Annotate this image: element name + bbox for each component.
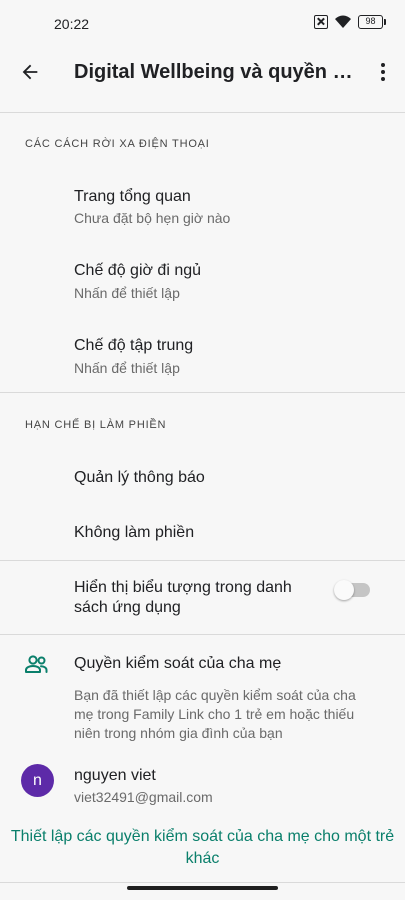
list-item-bedtime-mode[interactable]: Chế độ giờ đi ngủ Nhấn để thiết lập [0, 250, 405, 318]
item-title: Chế độ giờ đi ngủ [74, 262, 202, 279]
divider [0, 112, 405, 113]
show-app-icon-toggle[interactable] [334, 580, 370, 600]
list-item-manage-notifications[interactable]: Quản lý thông báo [0, 452, 405, 504]
divider [0, 560, 405, 561]
item-title: Quản lý thông báo [74, 469, 205, 486]
item-subtitle: Nhấn để thiết lập [74, 285, 180, 301]
account-name[interactable]: nguyen viet [74, 767, 156, 785]
list-item-dashboard[interactable]: Trang tổng quan Chưa đặt bộ hẹn giờ nào [0, 174, 405, 242]
status-bar: 20:22 98 [0, 0, 405, 46]
wifi-icon [335, 15, 351, 28]
gesture-handle[interactable] [127, 886, 278, 890]
sim-off-icon [314, 15, 328, 29]
section-header-interruptions: HẠN CHẾ BỊ LÀM PHIỀN [25, 419, 167, 431]
item-title: Trang tổng quan [74, 188, 191, 205]
toggle-knob [334, 580, 354, 600]
page-title: Digital Wellbeing và quyền ki... [74, 61, 356, 83]
list-item-do-not-disturb[interactable]: Không làm phiền [0, 508, 405, 558]
account-email: viet32491@gmail.com [74, 789, 213, 805]
setup-another-child-link[interactable]: Thiết lập các quyền kiểm soát của cha mẹ… [10, 826, 395, 870]
item-title: Chế độ tập trung [74, 337, 194, 354]
more-options-button[interactable] [375, 58, 391, 86]
battery-icon: 98 [358, 15, 386, 29]
more-vert-icon [381, 63, 385, 67]
item-subtitle: Chưa đặt bộ hẹn giờ nào [74, 210, 231, 226]
avatar: n [21, 764, 54, 797]
status-time: 20:22 [54, 16, 90, 32]
list-item-focus-mode[interactable]: Chế độ tập trung Nhấn để thiết lập [0, 326, 405, 388]
parental-controls-item[interactable]: Quyền kiểm soát của cha mẹ [0, 646, 405, 682]
parental-controls-title: Quyền kiểm soát của cha mẹ [74, 655, 282, 672]
divider [0, 634, 405, 635]
divider [0, 882, 405, 883]
app-bar: Digital Wellbeing và quyền ki... [0, 46, 405, 100]
section-header-disconnect: CÁC CÁCH RỜI XA ĐIỆN THOẠI [25, 138, 210, 150]
back-button[interactable] [16, 58, 44, 86]
show-app-icon-label: Hiển thị biểu tượng trong danh sách ứng … [74, 579, 292, 616]
item-title: Không làm phiền [74, 524, 195, 541]
parental-controls-description: Bạn đã thiết lập các quyền kiểm soát của… [74, 687, 356, 741]
arrow-back-icon [22, 64, 38, 80]
item-subtitle: Nhấn để thiết lập [74, 360, 180, 376]
status-icons: 98 [314, 15, 386, 29]
divider [0, 392, 405, 393]
